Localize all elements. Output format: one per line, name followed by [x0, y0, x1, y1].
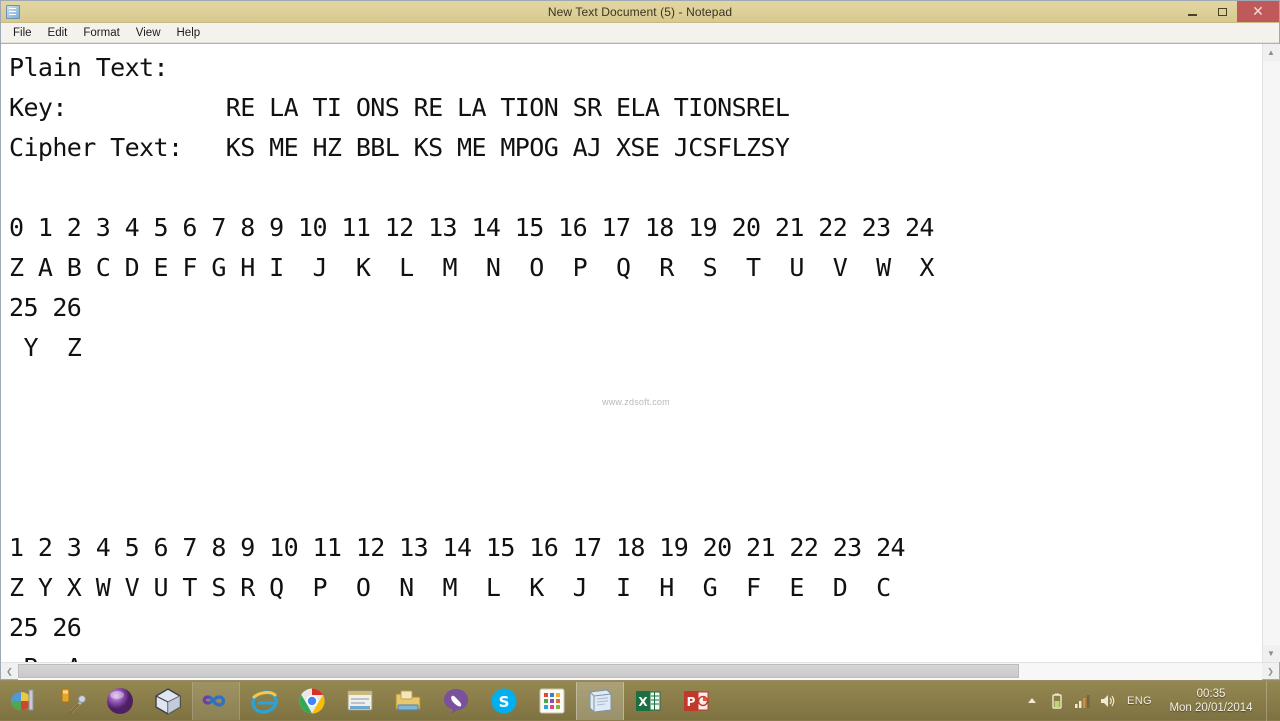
notepad-window: New Text Document (5) - Notepad ✕ File E… — [0, 0, 1280, 680]
vertical-scrollbar[interactable]: ▲ ▼ — [1262, 44, 1279, 662]
minimize-button[interactable] — [1177, 1, 1207, 22]
taskbar-button-tools[interactable] — [48, 682, 96, 720]
taskbar-button-window-explorer[interactable] — [336, 682, 384, 720]
taskbar-buttons: SXP — [0, 681, 720, 720]
menu-item-file[interactable]: File — [5, 25, 40, 41]
excel-icon: X — [633, 686, 663, 716]
clock-date: Mon 20/01/2014 — [1169, 701, 1252, 715]
cube-icon — [153, 686, 183, 716]
scroll-left-button[interactable]: ❮ — [1, 663, 18, 680]
window-explorer-icon — [345, 686, 375, 716]
window-controls: ✕ — [1177, 1, 1279, 22]
app-grid-icon — [537, 686, 567, 716]
clock[interactable]: 00:35 Mon 20/01/2014 — [1163, 687, 1259, 715]
tools-icon — [57, 686, 87, 716]
language-indicator[interactable]: ENG — [1123, 695, 1156, 707]
taskbar-button-loop[interactable] — [192, 682, 240, 720]
notepad-document-icon — [6, 5, 20, 19]
volume-icon[interactable] — [1098, 692, 1116, 710]
svg-text:X: X — [638, 695, 648, 709]
editor-area: Plain Text: Key: RE LA TI ONS RE LA TION… — [1, 43, 1279, 662]
taskbar-button-excel[interactable]: X — [624, 682, 672, 720]
vertical-scroll-track[interactable] — [1263, 61, 1280, 645]
menu-bar: File Edit Format View Help — [1, 23, 1279, 43]
horizontal-scroll-thumb[interactable] — [18, 664, 1019, 678]
skype-icon: S — [489, 686, 519, 716]
svg-text:P: P — [687, 695, 696, 709]
scroll-right-button[interactable]: ❯ — [1262, 663, 1279, 680]
clock-time: 00:35 — [1197, 687, 1226, 701]
powerpoint-icon: P — [681, 686, 711, 716]
close-button[interactable]: ✕ — [1237, 1, 1279, 22]
taskbar-button-media-orb[interactable] — [96, 682, 144, 720]
menu-item-view[interactable]: View — [128, 25, 169, 41]
menu-item-edit[interactable]: Edit — [40, 25, 76, 41]
taskbar-button-app-grid[interactable] — [528, 682, 576, 720]
taskbar-button-powerpoint[interactable]: P — [672, 682, 720, 720]
show-hidden-icons-button[interactable] — [1023, 692, 1041, 710]
taskbar-button-paint[interactable] — [0, 682, 48, 720]
horizontal-scroll-track[interactable] — [18, 663, 1262, 680]
scroll-up-button[interactable]: ▲ — [1263, 44, 1280, 61]
media-orb-icon — [105, 686, 135, 716]
internet-explorer-icon — [249, 686, 279, 716]
taskbar: SXP — [0, 680, 1280, 720]
desktop-wallpaper: New Text Document (5) - Notepad ✕ File E… — [0, 0, 1280, 720]
title-bar[interactable]: New Text Document (5) - Notepad ✕ — [1, 1, 1279, 23]
document-text[interactable]: Plain Text: Key: RE LA TI ONS RE LA TION… — [9, 48, 1262, 662]
network-signal-icon[interactable] — [1073, 692, 1091, 710]
window-title: New Text Document (5) - Notepad — [1, 5, 1279, 19]
taskbar-button-chrome[interactable] — [288, 682, 336, 720]
loop-icon — [201, 686, 231, 716]
taskbar-button-cube[interactable] — [144, 682, 192, 720]
taskbar-button-viber[interactable] — [432, 682, 480, 720]
taskbar-button-internet-explorer[interactable] — [240, 682, 288, 720]
taskbar-button-notepad[interactable] — [576, 682, 624, 720]
text-editor[interactable]: Plain Text: Key: RE LA TI ONS RE LA TION… — [1, 44, 1262, 662]
svg-text:S: S — [499, 693, 510, 711]
taskbar-button-skype[interactable]: S — [480, 682, 528, 720]
notepad-icon — [585, 686, 615, 716]
folder-icon — [393, 686, 423, 716]
system-tray: ENG 00:35 Mon 20/01/2014 — [1023, 681, 1280, 720]
battery-icon[interactable] — [1048, 692, 1066, 710]
chrome-icon — [297, 686, 327, 716]
show-desktop-button[interactable] — [1266, 681, 1274, 721]
menu-item-format[interactable]: Format — [75, 25, 127, 41]
maximize-restore-button[interactable] — [1207, 1, 1237, 22]
scroll-down-button[interactable]: ▼ — [1263, 645, 1280, 662]
viber-icon — [441, 686, 471, 716]
taskbar-button-folder[interactable] — [384, 682, 432, 720]
horizontal-scrollbar[interactable]: ❮ ❯ — [1, 662, 1279, 679]
menu-item-help[interactable]: Help — [169, 25, 209, 41]
paint-icon — [9, 686, 39, 716]
